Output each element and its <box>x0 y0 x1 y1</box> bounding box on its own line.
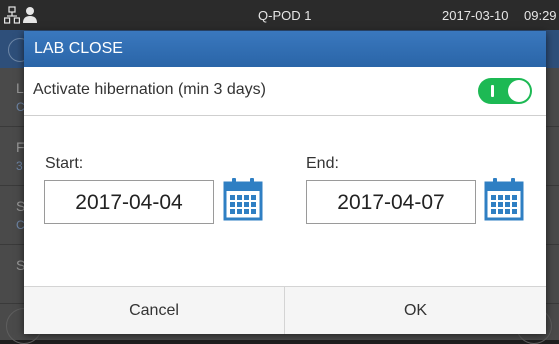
lab-close-dialog: LAB CLOSE Activate hibernation (min 3 da… <box>24 31 546 334</box>
hibernation-row: Activate hibernation (min 3 days) <box>24 67 546 116</box>
cancel-button[interactable]: Cancel <box>24 287 285 334</box>
dialog-footer: Cancel OK <box>24 286 546 334</box>
ok-button[interactable]: OK <box>285 287 546 334</box>
end-label: End: <box>306 155 339 172</box>
toggle-on-mark <box>491 85 494 97</box>
user-icon <box>23 7 37 23</box>
dialog-title: LAB CLOSE <box>34 40 123 57</box>
end-calendar-icon[interactable] <box>484 177 524 221</box>
start-date-field[interactable]: 2017-04-04 <box>44 180 214 224</box>
hibernation-toggle[interactable] <box>478 78 532 104</box>
toggle-knob <box>508 80 530 102</box>
start-label: Start: <box>45 155 84 172</box>
status-date: 2017-03-10 <box>442 8 509 23</box>
device-name: Q-POD 1 <box>258 8 312 23</box>
network-icon <box>4 6 20 24</box>
status-bar: Q-POD 1 2017-03-10 09:29 <box>0 0 559 30</box>
hibernation-label: Activate hibernation (min 3 days) <box>33 81 266 98</box>
start-calendar-icon[interactable] <box>223 177 263 221</box>
dialog-header: LAB CLOSE <box>24 31 546 67</box>
end-date-field[interactable]: 2017-04-07 <box>306 180 476 224</box>
status-time: 09:29 <box>524 8 557 23</box>
